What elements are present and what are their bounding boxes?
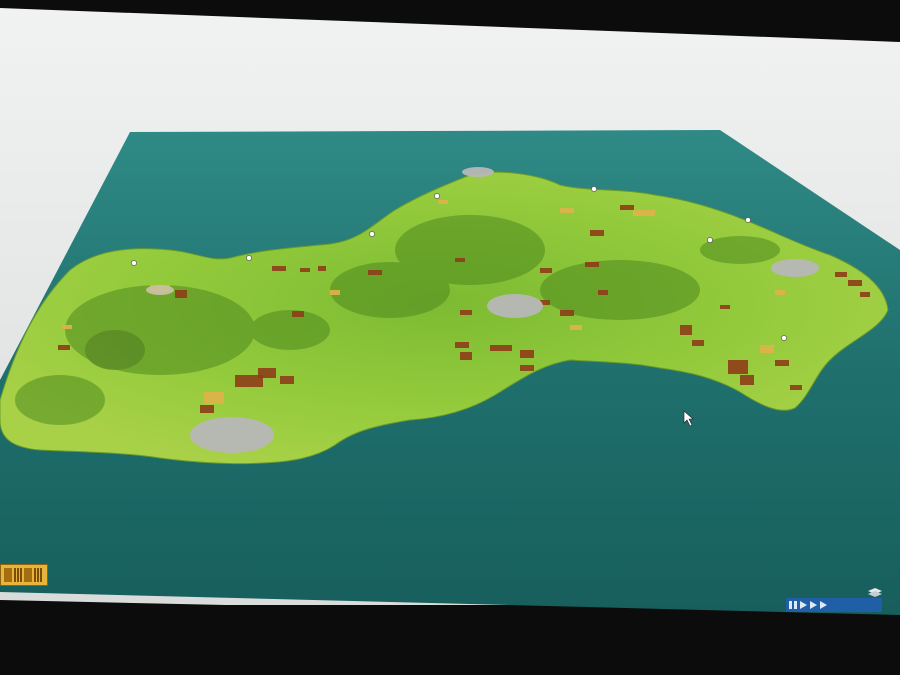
field-patch — [200, 405, 214, 413]
marker-icon[interactable] — [591, 186, 597, 192]
field-patch — [835, 272, 847, 277]
field-patch — [455, 258, 465, 262]
town-west[interactable] — [146, 285, 174, 295]
monitor-screen — [0, 0, 900, 675]
field-patch — [570, 325, 582, 330]
field-patch — [790, 385, 802, 390]
field-patch — [58, 345, 70, 350]
field-patch — [520, 365, 534, 371]
town-north[interactable] — [462, 167, 494, 177]
marker-icon[interactable] — [745, 217, 751, 223]
industry-icon[interactable] — [24, 568, 32, 582]
field-patch — [280, 376, 294, 384]
field-patch — [692, 340, 704, 346]
field-patch — [204, 392, 224, 404]
field-patch — [740, 375, 754, 385]
fastest-icon[interactable] — [820, 601, 827, 609]
field-patch — [490, 345, 512, 351]
field-patch — [560, 208, 574, 213]
town-southwest[interactable] — [190, 417, 274, 453]
field-patch — [775, 290, 785, 295]
marker-icon[interactable] — [131, 260, 137, 266]
marker-icon[interactable] — [434, 193, 440, 199]
field-patch — [330, 290, 340, 295]
field-patch — [728, 360, 748, 374]
marker-icon[interactable] — [246, 255, 252, 261]
town-central[interactable] — [487, 294, 543, 318]
field-patch — [720, 305, 730, 309]
field-patch — [760, 345, 774, 353]
field-patch — [775, 360, 789, 366]
field-patch — [590, 230, 604, 236]
field-patch — [258, 368, 276, 378]
field-patch — [438, 200, 448, 204]
marker-icon[interactable] — [707, 237, 713, 243]
field-patch — [680, 325, 692, 335]
marker-icon[interactable] — [369, 231, 375, 237]
field-patch — [460, 310, 472, 315]
field-patch — [272, 266, 286, 271]
stats-icon[interactable] — [34, 568, 42, 582]
field-patch — [460, 352, 472, 360]
field-patch — [560, 310, 574, 316]
marker-icon[interactable] — [781, 335, 787, 341]
field-patch — [598, 290, 608, 295]
field-patch — [620, 205, 634, 210]
game-map[interactable] — [0, 0, 900, 675]
fast-forward-icon[interactable] — [810, 601, 817, 609]
field-patch — [292, 311, 304, 317]
field-patch — [175, 290, 187, 298]
field-patch — [848, 280, 862, 286]
bar-chart-icon[interactable] — [14, 568, 22, 582]
left-toolbar[interactable] — [0, 564, 48, 586]
play-icon[interactable] — [800, 601, 807, 609]
field-patch — [368, 270, 382, 275]
field-patch — [585, 262, 599, 267]
field-patch — [300, 268, 310, 272]
right-toolbar[interactable] — [786, 598, 882, 612]
building-icon[interactable] — [4, 568, 12, 582]
pause-icon[interactable] — [789, 601, 797, 609]
layers-icon[interactable] — [868, 588, 882, 598]
field-patch — [540, 268, 552, 273]
field-patch — [860, 292, 870, 297]
field-patch — [520, 350, 534, 358]
town-east[interactable] — [771, 259, 819, 277]
field-patch — [455, 342, 469, 348]
field-patch — [62, 325, 72, 329]
field-patch — [318, 266, 326, 271]
field-patch — [633, 210, 655, 216]
